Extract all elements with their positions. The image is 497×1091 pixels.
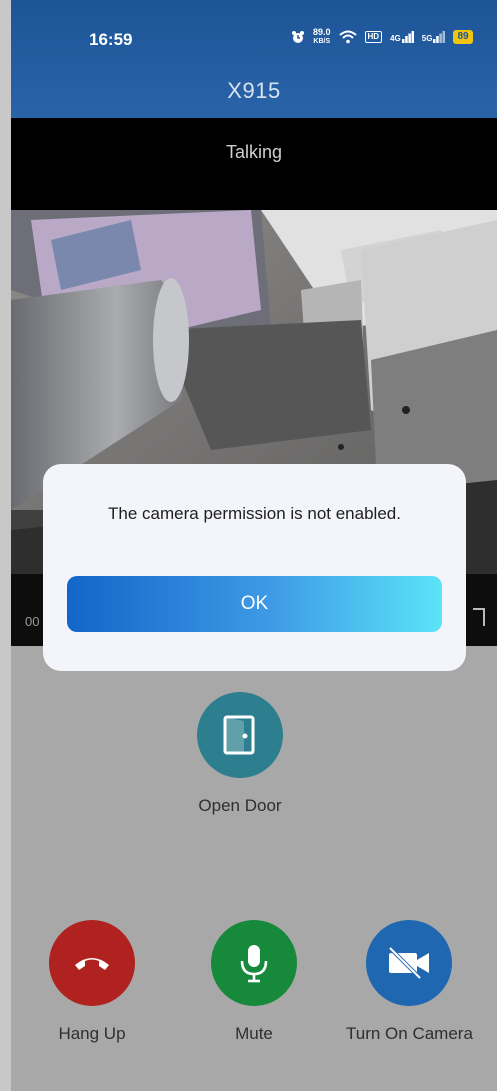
permission-dialog: The camera permission is not enabled. OK	[43, 464, 466, 671]
hd-badge: HD	[364, 31, 383, 43]
door-icon	[223, 715, 255, 755]
turn-on-camera-button[interactable]	[366, 920, 453, 1006]
signal-icon	[401, 31, 414, 43]
speed-value: 89.0	[313, 27, 331, 37]
camera-off-icon	[389, 946, 430, 980]
signal-4g: 4G	[390, 31, 414, 43]
app-header: 16:59 89.0 KB/S HD 4G 5G 89 X915	[11, 0, 497, 118]
mute-control[interactable]: Mute	[211, 920, 297, 1044]
microphone-icon	[240, 945, 268, 983]
open-door-button[interactable]	[197, 692, 283, 778]
status-icons: 89.0 KB/S HD 4G 5G 89	[291, 28, 473, 46]
signal-icon-2	[433, 31, 446, 43]
fullscreen-icon[interactable]	[473, 608, 485, 626]
hang-up-control[interactable]: Hang Up	[49, 920, 135, 1044]
mute-label: Mute	[235, 1024, 273, 1043]
dialog-message: The camera permission is not enabled.	[108, 504, 401, 523]
mute-button[interactable]	[211, 920, 297, 1006]
open-door-label: Open Door	[198, 796, 282, 815]
hang-up-button[interactable]	[49, 920, 135, 1006]
call-status-bar: Talking	[11, 118, 497, 210]
status-time: 16:59	[89, 30, 133, 49]
network-speed: 89.0 KB/S	[313, 28, 331, 46]
call-status-text: Talking	[225, 142, 283, 162]
control-panel: Open Door Hang Up Mute Turn On Camera	[11, 646, 497, 1091]
signal-5g: 5G	[422, 31, 446, 43]
call-timer: 00	[25, 614, 40, 629]
phone-hangup-icon	[75, 958, 109, 970]
open-door-control[interactable]: Open Door	[197, 692, 283, 816]
hang-up-label: Hang Up	[58, 1024, 126, 1043]
wifi-icon	[338, 30, 357, 44]
ok-button[interactable]: OK	[67, 576, 442, 632]
turn-on-camera-control[interactable]: Turn On Camera	[346, 920, 473, 1044]
speed-unit: KB/S	[313, 38, 331, 45]
turn-on-camera-label: Turn On Camera	[346, 1024, 473, 1043]
battery-icon: 89	[453, 30, 473, 44]
alarm-icon	[292, 31, 304, 43]
page-title: X915	[227, 78, 281, 103]
